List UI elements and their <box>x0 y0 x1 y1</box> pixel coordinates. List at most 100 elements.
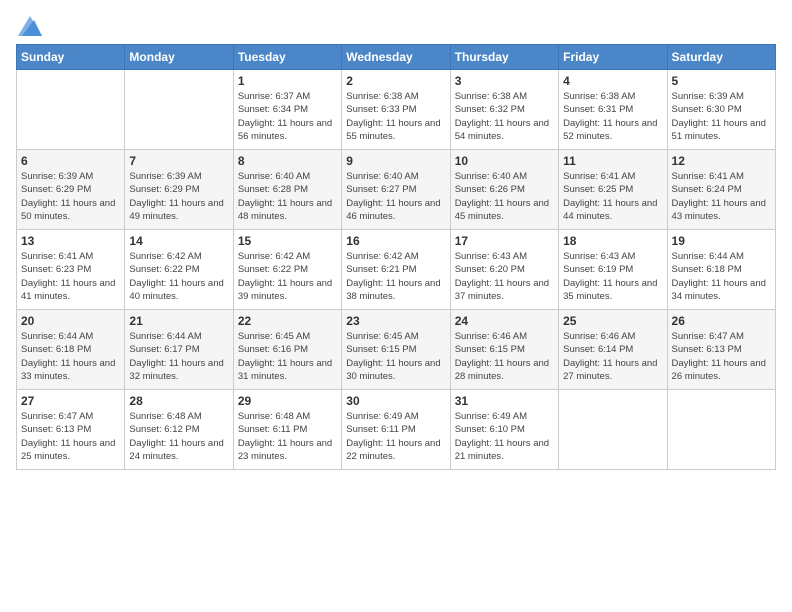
calendar-cell: 23 Sunrise: 6:45 AM Sunset: 6:15 PM Dayli… <box>342 310 450 390</box>
day-number: 19 <box>672 234 771 248</box>
day-number: 25 <box>563 314 662 328</box>
day-info: Sunrise: 6:39 AM Sunset: 6:29 PM Dayligh… <box>21 170 120 223</box>
day-info: Sunrise: 6:44 AM Sunset: 6:18 PM Dayligh… <box>21 330 120 383</box>
calendar-week-row: 13 Sunrise: 6:41 AM Sunset: 6:23 PM Dayli… <box>17 230 776 310</box>
day-number: 4 <box>563 74 662 88</box>
day-header-sunday: Sunday <box>17 45 125 70</box>
calendar-cell: 17 Sunrise: 6:43 AM Sunset: 6:20 PM Dayli… <box>450 230 558 310</box>
calendar-cell: 11Sunrise: 6:41 AM Sunset: 6:25 PM Dayli… <box>559 150 667 230</box>
day-number: 13 <box>21 234 120 248</box>
day-info: Sunrise: 6:47 AM Sunset: 6:13 PM Dayligh… <box>672 330 771 383</box>
calendar-cell <box>667 390 775 470</box>
day-info: Sunrise: 6:43 AM Sunset: 6:20 PM Dayligh… <box>455 250 554 303</box>
calendar-table: SundayMondayTuesdayWednesdayThursdayFrid… <box>16 44 776 470</box>
day-info: Sunrise: 6:46 AM Sunset: 6:14 PM Dayligh… <box>563 330 662 383</box>
calendar-cell: 9 Sunrise: 6:40 AM Sunset: 6:27 PM Daylig… <box>342 150 450 230</box>
day-info: Sunrise: 6:48 AM Sunset: 6:11 PM Dayligh… <box>238 410 337 463</box>
day-number: 12 <box>672 154 771 168</box>
calendar-cell: 27 Sunrise: 6:47 AM Sunset: 6:13 PM Dayli… <box>17 390 125 470</box>
logo-icon <box>18 16 42 36</box>
calendar-cell: 20 Sunrise: 6:44 AM Sunset: 6:18 PM Dayli… <box>17 310 125 390</box>
day-info: Sunrise: 6:42 AM Sunset: 6:22 PM Dayligh… <box>238 250 337 303</box>
day-number: 3 <box>455 74 554 88</box>
calendar-week-row: 1 Sunrise: 6:37 AM Sunset: 6:34 PM Daylig… <box>17 70 776 150</box>
calendar-cell: 21 Sunrise: 6:44 AM Sunset: 6:17 PM Dayli… <box>125 310 233 390</box>
calendar-cell: 30 Sunrise: 6:49 AM Sunset: 6:11 PM Dayli… <box>342 390 450 470</box>
calendar-cell: 8 Sunrise: 6:40 AM Sunset: 6:28 PM Daylig… <box>233 150 341 230</box>
calendar-cell: 28 Sunrise: 6:48 AM Sunset: 6:12 PM Dayli… <box>125 390 233 470</box>
day-number: 16 <box>346 234 445 248</box>
day-number: 21 <box>129 314 228 328</box>
day-number: 27 <box>21 394 120 408</box>
day-info: Sunrise: 6:40 AM Sunset: 6:28 PM Dayligh… <box>238 170 337 223</box>
day-info: Sunrise: 6:42 AM Sunset: 6:21 PM Dayligh… <box>346 250 445 303</box>
day-number: 7 <box>129 154 228 168</box>
calendar-cell: 26 Sunrise: 6:47 AM Sunset: 6:13 PM Dayli… <box>667 310 775 390</box>
day-info: Sunrise: 6:46 AM Sunset: 6:15 PM Dayligh… <box>455 330 554 383</box>
day-info: Sunrise: 6:49 AM Sunset: 6:11 PM Dayligh… <box>346 410 445 463</box>
calendar-cell: 5Sunrise: 6:39 AM Sunset: 6:30 PM Daylig… <box>667 70 775 150</box>
logo <box>16 16 42 36</box>
day-info: Sunrise: 6:43 AM Sunset: 6:19 PM Dayligh… <box>563 250 662 303</box>
day-number: 18 <box>563 234 662 248</box>
calendar-cell <box>17 70 125 150</box>
calendar-week-row: 27 Sunrise: 6:47 AM Sunset: 6:13 PM Dayli… <box>17 390 776 470</box>
day-header-friday: Friday <box>559 45 667 70</box>
day-info: Sunrise: 6:39 AM Sunset: 6:29 PM Dayligh… <box>129 170 228 223</box>
day-number: 8 <box>238 154 337 168</box>
day-info: Sunrise: 6:42 AM Sunset: 6:22 PM Dayligh… <box>129 250 228 303</box>
calendar-cell: 10Sunrise: 6:40 AM Sunset: 6:26 PM Dayli… <box>450 150 558 230</box>
day-number: 14 <box>129 234 228 248</box>
calendar-cell: 24 Sunrise: 6:46 AM Sunset: 6:15 PM Dayli… <box>450 310 558 390</box>
calendar-cell: 29 Sunrise: 6:48 AM Sunset: 6:11 PM Dayli… <box>233 390 341 470</box>
day-number: 29 <box>238 394 337 408</box>
calendar-cell: 2Sunrise: 6:38 AM Sunset: 6:33 PM Daylig… <box>342 70 450 150</box>
day-number: 22 <box>238 314 337 328</box>
day-info: Sunrise: 6:45 AM Sunset: 6:16 PM Dayligh… <box>238 330 337 383</box>
calendar-cell: 25 Sunrise: 6:46 AM Sunset: 6:14 PM Dayli… <box>559 310 667 390</box>
calendar-cell: 16 Sunrise: 6:42 AM Sunset: 6:21 PM Dayli… <box>342 230 450 310</box>
calendar-week-row: 6 Sunrise: 6:39 AM Sunset: 6:29 PM Daylig… <box>17 150 776 230</box>
calendar-cell: 7 Sunrise: 6:39 AM Sunset: 6:29 PM Daylig… <box>125 150 233 230</box>
day-info: Sunrise: 6:37 AM Sunset: 6:34 PM Dayligh… <box>238 90 337 143</box>
day-info: Sunrise: 6:45 AM Sunset: 6:15 PM Dayligh… <box>346 330 445 383</box>
day-number: 9 <box>346 154 445 168</box>
day-number: 20 <box>21 314 120 328</box>
day-info: Sunrise: 6:38 AM Sunset: 6:33 PM Dayligh… <box>346 90 445 143</box>
day-info: Sunrise: 6:38 AM Sunset: 6:32 PM Dayligh… <box>455 90 554 143</box>
calendar-cell: 12 Sunrise: 6:41 AM Sunset: 6:24 PM Dayli… <box>667 150 775 230</box>
day-number: 28 <box>129 394 228 408</box>
day-number: 6 <box>21 154 120 168</box>
calendar-cell: 14 Sunrise: 6:42 AM Sunset: 6:22 PM Dayli… <box>125 230 233 310</box>
calendar-cell: 13 Sunrise: 6:41 AM Sunset: 6:23 PM Dayli… <box>17 230 125 310</box>
calendar-cell: 22 Sunrise: 6:45 AM Sunset: 6:16 PM Dayli… <box>233 310 341 390</box>
day-info: Sunrise: 6:41 AM Sunset: 6:23 PM Dayligh… <box>21 250 120 303</box>
day-header-tuesday: Tuesday <box>233 45 341 70</box>
calendar-cell <box>125 70 233 150</box>
calendar-cell: 31Sunrise: 6:49 AM Sunset: 6:10 PM Dayli… <box>450 390 558 470</box>
day-number: 23 <box>346 314 445 328</box>
day-number: 31 <box>455 394 554 408</box>
day-info: Sunrise: 6:47 AM Sunset: 6:13 PM Dayligh… <box>21 410 120 463</box>
day-info: Sunrise: 6:44 AM Sunset: 6:17 PM Dayligh… <box>129 330 228 383</box>
day-header-monday: Monday <box>125 45 233 70</box>
day-info: Sunrise: 6:41 AM Sunset: 6:25 PM Dayligh… <box>563 170 662 223</box>
calendar-cell: 3 Sunrise: 6:38 AM Sunset: 6:32 PM Daylig… <box>450 70 558 150</box>
day-info: Sunrise: 6:40 AM Sunset: 6:27 PM Dayligh… <box>346 170 445 223</box>
calendar-header-row: SundayMondayTuesdayWednesdayThursdayFrid… <box>17 45 776 70</box>
day-info: Sunrise: 6:48 AM Sunset: 6:12 PM Dayligh… <box>129 410 228 463</box>
day-number: 26 <box>672 314 771 328</box>
calendar-cell <box>559 390 667 470</box>
calendar-cell: 19 Sunrise: 6:44 AM Sunset: 6:18 PM Dayli… <box>667 230 775 310</box>
day-number: 24 <box>455 314 554 328</box>
day-number: 1 <box>238 74 337 88</box>
day-number: 30 <box>346 394 445 408</box>
day-info: Sunrise: 6:40 AM Sunset: 6:26 PM Dayligh… <box>455 170 554 223</box>
page-header <box>16 16 776 36</box>
day-info: Sunrise: 6:41 AM Sunset: 6:24 PM Dayligh… <box>672 170 771 223</box>
day-number: 17 <box>455 234 554 248</box>
calendar-cell: 4Sunrise: 6:38 AM Sunset: 6:31 PM Daylig… <box>559 70 667 150</box>
calendar-week-row: 20 Sunrise: 6:44 AM Sunset: 6:18 PM Dayli… <box>17 310 776 390</box>
calendar-cell: 6 Sunrise: 6:39 AM Sunset: 6:29 PM Daylig… <box>17 150 125 230</box>
day-info: Sunrise: 6:44 AM Sunset: 6:18 PM Dayligh… <box>672 250 771 303</box>
